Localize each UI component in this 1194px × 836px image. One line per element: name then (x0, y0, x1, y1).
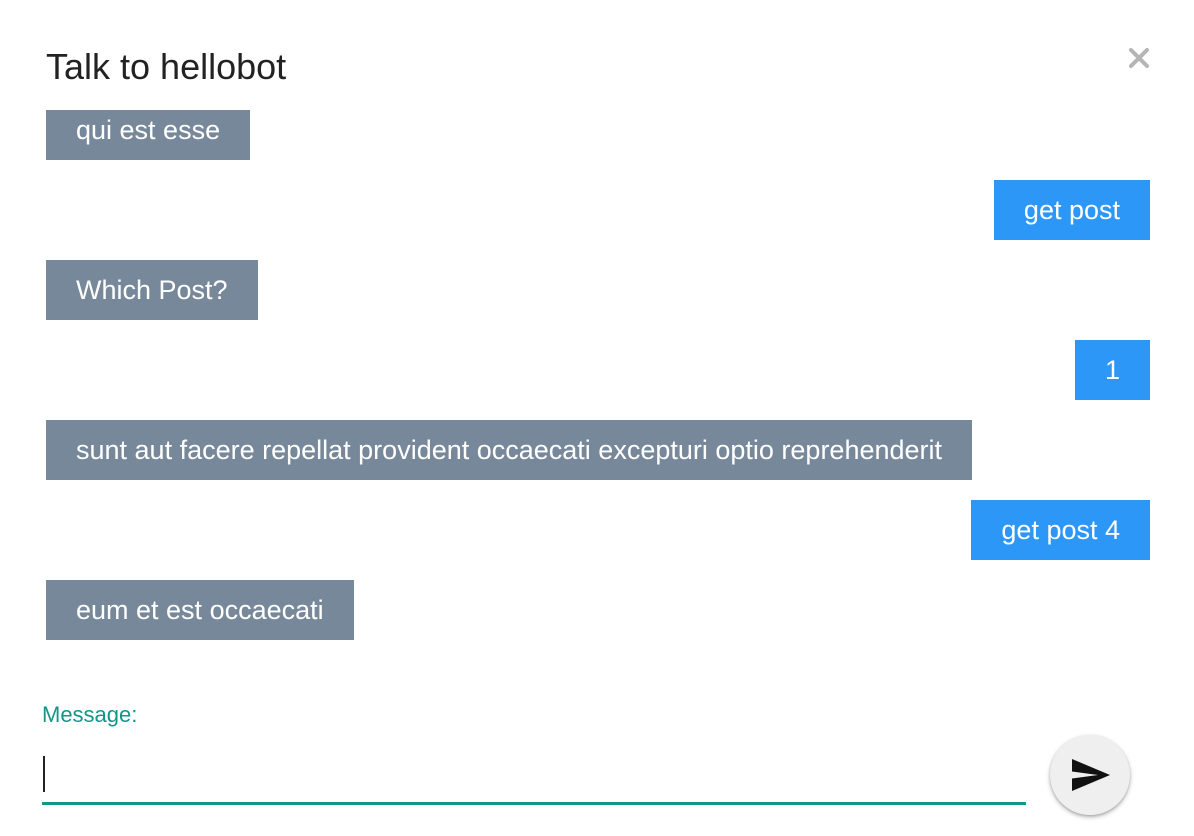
close-button[interactable] (1124, 42, 1154, 72)
send-icon (1072, 759, 1110, 791)
bot-message: eum et est occaecati (46, 580, 354, 640)
chat-history[interactable]: qui est esse get post Which Post? 1 sunt… (46, 110, 1150, 670)
message-input[interactable] (42, 744, 1026, 805)
bot-message: qui est esse (46, 110, 251, 160)
bot-message: sunt aut facere repellat provident occae… (46, 420, 973, 480)
user-message: get post (993, 180, 1150, 240)
bot-message: Which Post? (46, 260, 258, 320)
dialog-title: Talk to hellobot (46, 46, 287, 87)
send-button[interactable] (1050, 735, 1130, 815)
text-caret (43, 756, 45, 792)
user-message: 1 (1074, 340, 1150, 400)
message-label: Message: (42, 702, 138, 727)
close-icon (1129, 48, 1149, 68)
user-message: get post 4 (971, 500, 1150, 560)
chat-dialog: Talk to hellobot qui est esse get post W… (0, 0, 1194, 836)
